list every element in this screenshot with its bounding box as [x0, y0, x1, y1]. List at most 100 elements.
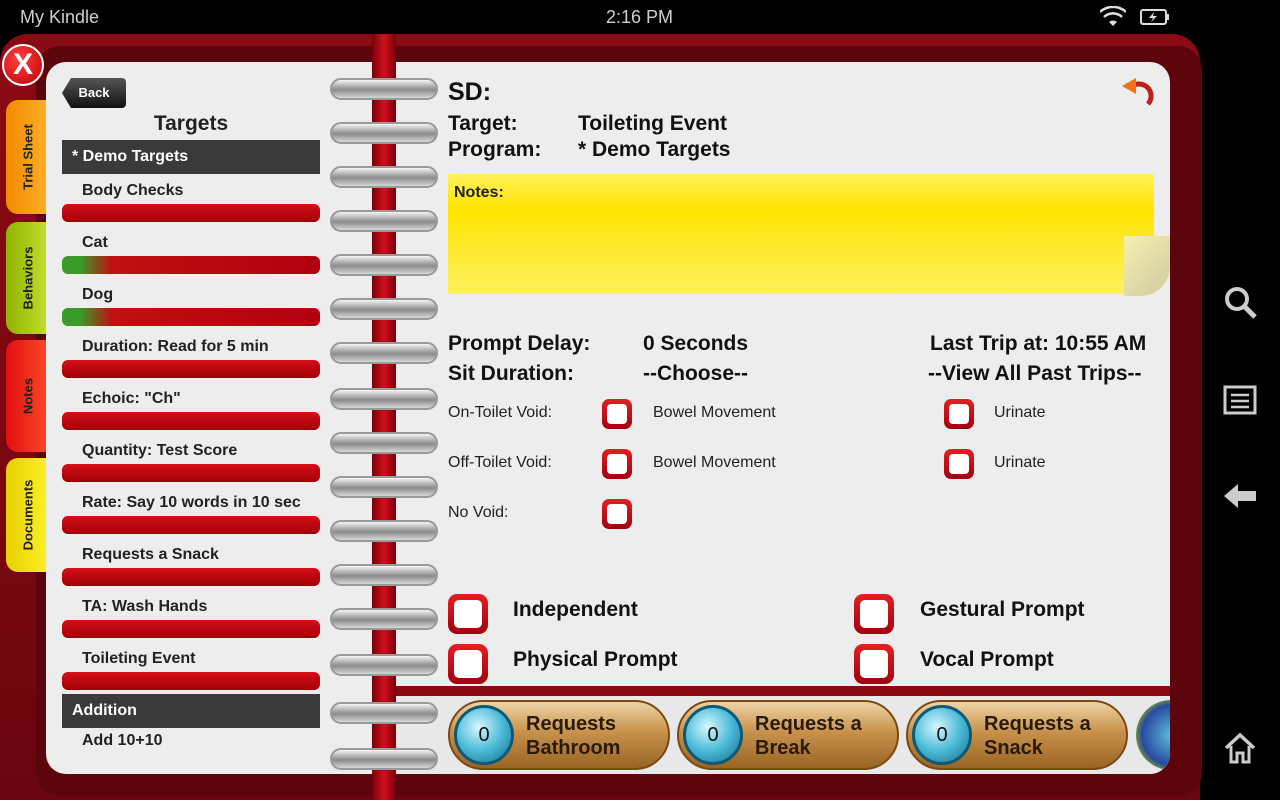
tab-behaviors[interactable]: Behaviors: [6, 222, 50, 334]
binder-ring: [330, 210, 438, 232]
view-past-trips-link[interactable]: --View All Past Trips--: [928, 362, 1142, 386]
on-toilet-bowel-checkbox[interactable]: [602, 399, 632, 429]
counter-label: Requests a Snack: [984, 713, 1091, 759]
physical-prompt-label: Physical Prompt: [513, 648, 678, 671]
divider: [396, 686, 1170, 696]
target-label: Target:: [448, 112, 518, 135]
target-item[interactable]: Body Checks: [62, 174, 320, 226]
target-group-header[interactable]: * Demo Targets: [62, 140, 320, 174]
binder-ring: [330, 748, 438, 770]
tab-documents[interactable]: Documents: [6, 458, 50, 572]
close-button[interactable]: X: [2, 44, 44, 86]
vocal-prompt-checkbox[interactable]: [854, 644, 894, 684]
targets-title: Targets: [153, 112, 229, 135]
status-bar: My Kindle 2:16 PM: [0, 0, 1200, 34]
binder-spine: [372, 34, 396, 800]
menu-icon[interactable]: [1222, 382, 1258, 418]
progress-bar: [62, 464, 320, 482]
binder-ring: [330, 122, 438, 144]
independent-checkbox[interactable]: [448, 594, 488, 634]
on-toilet-urinate-checkbox[interactable]: [944, 399, 974, 429]
counter-button[interactable]: 0 Requests Bathroom: [448, 700, 670, 770]
target-item[interactable]: Duration: Read for 5 min: [62, 330, 320, 382]
progress-bar: [62, 516, 320, 534]
progress-bar: [62, 204, 320, 222]
last-trip: Last Trip at: 10:55 AM: [930, 332, 1147, 355]
bowel-label: Bowel Movement: [653, 454, 776, 471]
off-toilet-bowel-checkbox[interactable]: [602, 449, 632, 479]
binder-ring: [330, 520, 438, 542]
physical-prompt-checkbox[interactable]: [448, 644, 488, 684]
independent-label: Independent: [513, 598, 638, 621]
progress-bar: [62, 620, 320, 638]
prompt-delay-value[interactable]: 0 Seconds: [643, 332, 748, 356]
wifi-icon: [1100, 6, 1126, 26]
target-item[interactable]: Add 10+10: [82, 732, 162, 750]
target-item[interactable]: Dog: [62, 278, 320, 330]
binder-ring: [330, 342, 438, 364]
back-arrow-icon[interactable]: [1222, 478, 1258, 514]
prompt-delay-label: Prompt Delay:: [448, 332, 591, 355]
target-label: TA: Wash Hands: [82, 598, 208, 615]
undo-icon[interactable]: [1122, 74, 1162, 110]
target-item[interactable]: Requests a Snack: [62, 538, 320, 590]
target-value: Toileting Event: [578, 112, 727, 135]
page-curl: [1124, 236, 1170, 296]
progress-bar: [62, 412, 320, 430]
target-group-header[interactable]: Addition: [62, 694, 320, 728]
counter-button[interactable]: 0 Requests a Snack: [906, 700, 1128, 770]
tab-label: Documents: [20, 479, 36, 551]
battery-icon: [1140, 9, 1169, 25]
tab-notes[interactable]: Notes: [6, 340, 50, 452]
progress-bar: [62, 568, 320, 586]
binder-ring: [330, 608, 438, 630]
binder-ring: [330, 298, 438, 320]
binder-ring: [330, 388, 438, 410]
binder-ring: [330, 702, 438, 724]
binder-ring: [330, 254, 438, 276]
on-toilet-void-label: On-Toilet Void:: [448, 404, 553, 421]
gestural-prompt-label: Gestural Prompt: [920, 598, 1085, 621]
off-toilet-void-label: Off-Toilet Void:: [448, 454, 552, 471]
sit-duration-select[interactable]: --Choose--: [643, 362, 748, 386]
program-label: Program:: [448, 138, 542, 161]
progress-bar: [62, 672, 320, 690]
back-button[interactable]: Back: [62, 78, 126, 108]
target-item[interactable]: Rate: Say 10 words in 10 sec: [62, 486, 320, 538]
target-label: Body Checks: [82, 182, 184, 199]
binder-ring: [330, 476, 438, 498]
target-item[interactable]: Echoic: "Ch": [62, 382, 320, 434]
home-icon[interactable]: [1222, 730, 1258, 766]
urinate-label: Urinate: [994, 404, 1046, 421]
tab-label: Notes: [20, 377, 36, 415]
target-label: Duration: Read for 5 min: [82, 338, 269, 355]
binder-ring: [330, 166, 438, 188]
target-label: Requests a Snack: [82, 546, 219, 563]
counter-label: Requests a Break: [755, 713, 862, 759]
target-label: Dog: [82, 286, 114, 303]
gestural-prompt-checkbox[interactable]: [854, 594, 894, 634]
target-item[interactable]: Toileting Event: [62, 642, 320, 694]
notes-field[interactable]: Notes:: [448, 174, 1170, 296]
progress-bar: [62, 308, 320, 326]
counter-button[interactable]: 0 Requests a Break: [677, 700, 899, 770]
progress-bar: [62, 256, 320, 274]
trial-page: SD: Target: Toileting Event Program: * D…: [396, 62, 1170, 774]
device-title: My Kindle: [20, 7, 100, 27]
binder-ring: [330, 432, 438, 454]
tab-trial-sheet[interactable]: Trial Sheet: [6, 100, 50, 214]
target-label: Rate: Say 10 words in 10 sec: [82, 494, 301, 511]
counter-value: 0: [683, 705, 743, 765]
target-item[interactable]: TA: Wash Hands: [62, 590, 320, 642]
program-value: * Demo Targets: [578, 138, 731, 161]
search-icon[interactable]: [1222, 284, 1258, 320]
no-void-label: No Void:: [448, 504, 509, 521]
notes-label: Notes:: [454, 184, 504, 201]
target-item[interactable]: Cat: [62, 226, 320, 278]
target-item[interactable]: Quantity: Test Score: [62, 434, 320, 486]
off-toilet-urinate-checkbox[interactable]: [944, 449, 974, 479]
counter-value: 0: [912, 705, 972, 765]
tab-label: Trial Sheet: [20, 124, 36, 190]
no-void-checkbox[interactable]: [602, 499, 632, 529]
vocal-prompt-label: Vocal Prompt: [920, 648, 1054, 671]
